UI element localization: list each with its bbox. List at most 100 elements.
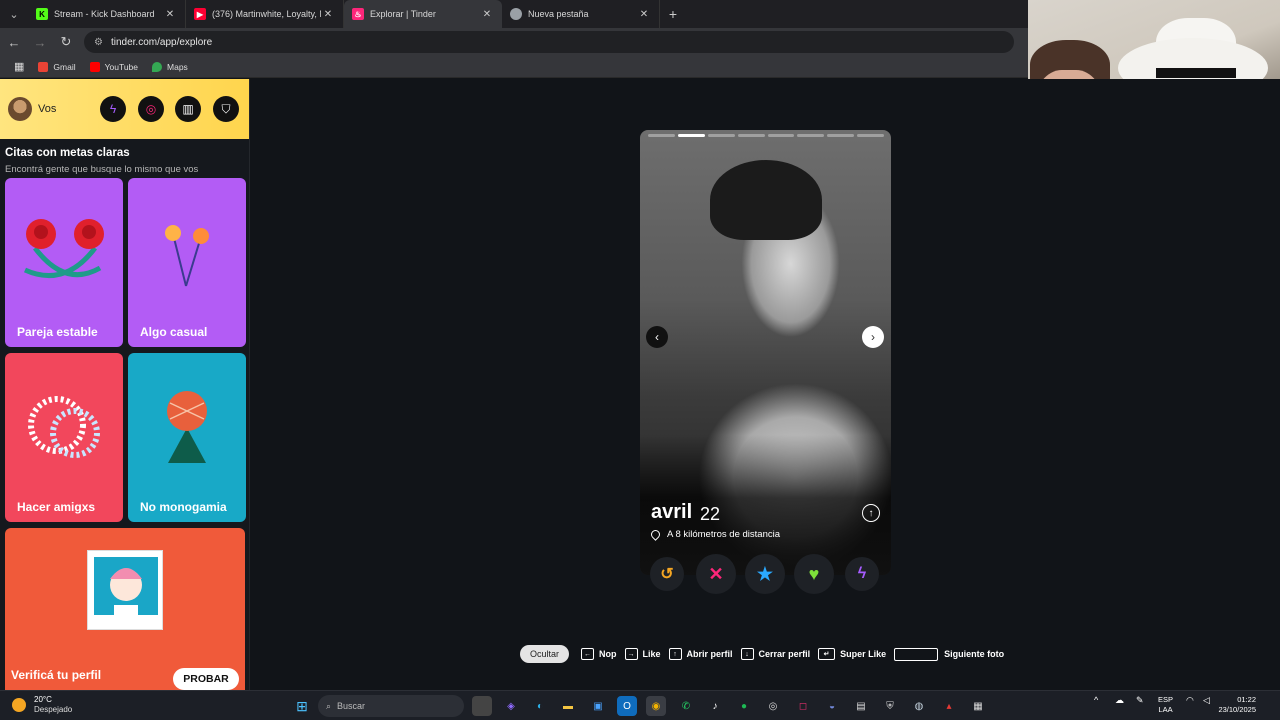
apps-grid-icon[interactable]: ▦: [14, 60, 24, 73]
tab-title: Nueva pestaña: [528, 9, 589, 19]
avatar[interactable]: [8, 97, 32, 121]
instagram-icon[interactable]: ◻: [793, 696, 813, 716]
language-code: ESP: [1158, 695, 1174, 704]
close-tab-icon[interactable]: ✕: [480, 9, 494, 20]
chrome-icon[interactable]: ◉: [646, 696, 666, 716]
search-placeholder: Buscar: [337, 701, 366, 711]
boost-button[interactable]: ϟ: [845, 557, 879, 591]
bookmark-maps[interactable]: Maps: [152, 61, 188, 72]
bracelets-icon: [28, 396, 100, 458]
tray-pen-icon[interactable]: ✎: [1136, 695, 1144, 705]
user-name[interactable]: Vos: [38, 103, 56, 115]
tab-kick[interactable]: K Stream - Kick Dashboard ✕: [28, 0, 186, 28]
photo-hair-shape: [710, 160, 822, 240]
tiktok-icon[interactable]: ♪: [705, 696, 725, 716]
taskbar-search[interactable]: ⌕ Buscar: [318, 695, 464, 717]
photo-progress-segment[interactable]: [857, 134, 884, 137]
close-tab-icon[interactable]: ✕: [321, 9, 335, 20]
photo-progress-segment[interactable]: [677, 134, 705, 137]
photo-progress-segment[interactable]: [827, 134, 855, 137]
task-view-icon[interactable]: [472, 696, 492, 716]
photo-progress-segment[interactable]: [648, 134, 675, 137]
photo-progress-segment[interactable]: [707, 134, 735, 137]
rewind-button[interactable]: ↺: [650, 557, 684, 591]
probar-button[interactable]: PROBAR: [173, 668, 239, 690]
youtube-icon: [89, 61, 100, 72]
profile-card[interactable]: ‹ › avril 22 ↑ A 8 kilómetros de distanc…: [640, 130, 891, 575]
obs-icon[interactable]: ◎: [763, 696, 783, 716]
back-icon[interactable]: ←: [2, 30, 26, 54]
up-arrow-key-icon: ↑: [668, 648, 682, 660]
windows-start-icon[interactable]: ⊞: [292, 696, 312, 716]
reload-icon[interactable]: ↻: [54, 30, 78, 54]
briefcase-icon[interactable]: ▥: [175, 96, 201, 122]
browser-toolbar: ← → ↻ ⚙ tinder.com/app/explore: [0, 28, 1028, 56]
goal-card-hacer-amigxs[interactable]: Hacer amigxs: [5, 353, 123, 522]
site-info-icon[interactable]: ⚙: [94, 37, 103, 48]
spotify-icon[interactable]: ●: [734, 696, 754, 716]
goal-card-no-monogamia[interactable]: No monogamia: [128, 353, 246, 522]
tray-overflow-icon[interactable]: ^: [1094, 695, 1098, 705]
steam-icon[interactable]: ◍: [909, 696, 929, 716]
tab-search-icon[interactable]: ⌄: [0, 0, 28, 28]
hint-super-like: ↵ Super Like: [818, 648, 886, 660]
bookmarks-bar: ▦ Gmail YouTube Maps: [0, 56, 1028, 78]
goal-card-pareja-estable[interactable]: Pareja estable: [5, 178, 123, 347]
tab-tinder[interactable]: ♨ Explorar | Tinder ✕: [344, 0, 502, 28]
app-icon[interactable]: ▤: [851, 696, 871, 716]
photo-progress-segment[interactable]: [797, 134, 825, 137]
shield-icon[interactable]: ⛉: [213, 96, 239, 122]
face-icon: [110, 568, 142, 615]
boost-icon[interactable]: ϟ: [100, 96, 126, 122]
next-photo-icon[interactable]: ›: [862, 326, 884, 348]
copilot-icon[interactable]: ◈: [501, 696, 521, 716]
address-bar[interactable]: ⚙ tinder.com/app/explore: [84, 31, 1014, 53]
tray-app-icon[interactable]: ☁: [1115, 695, 1124, 705]
nope-button[interactable]: ✕: [696, 554, 736, 594]
search-icon: ⌕: [326, 700, 332, 711]
wifi-icon[interactable]: ◠: [1186, 695, 1194, 705]
app-icon[interactable]: ⛨: [880, 696, 900, 716]
weather-widget[interactable]: 20°C Despejado: [12, 695, 72, 715]
verify-label: Verificá tu perfil: [11, 668, 102, 682]
previous-photo-icon[interactable]: ‹: [646, 326, 668, 348]
tab-youtube[interactable]: ▶ (376) Martinwhite, Loyalty, NE ✕: [186, 0, 344, 28]
verify-profile-card[interactable]: Verificá tu perfil PROBAR: [5, 528, 245, 690]
sidebar-title: Citas con metas claras: [5, 147, 130, 159]
chrome-icon: [510, 8, 522, 20]
whatsapp-icon[interactable]: ✆: [676, 696, 696, 716]
edge-icon[interactable]: ◐: [530, 696, 550, 716]
tinder-page: Vos ϟ ◎ ▥ ⛉ Citas con metas claras Encon…: [0, 79, 1280, 690]
close-icon: ✕: [708, 563, 724, 584]
photo-progress-segment[interactable]: [767, 134, 795, 137]
browser-tab-bar: ⌄ K Stream - Kick Dashboard ✕ ▶ (376) Ma…: [0, 0, 1028, 28]
bookmark-youtube[interactable]: YouTube: [89, 61, 138, 72]
clock-date: 23/10/2025: [1218, 705, 1256, 714]
youtube-icon: ▶: [194, 8, 206, 20]
like-button[interactable]: ♥: [794, 554, 834, 594]
explore-icon[interactable]: ◎: [138, 96, 164, 122]
taskbar-clock[interactable]: 01:22 23/10/2025: [1218, 695, 1256, 715]
outlook-icon[interactable]: O: [617, 696, 637, 716]
windows-taskbar: 20°C Despejado ⊞ ⌕ Buscar ◈ ◐ ▬ ▣ O ◉ ✆ …: [0, 690, 1280, 720]
file-explorer-icon[interactable]: ▬: [558, 696, 578, 716]
language-indicator[interactable]: ESP LAA: [1158, 695, 1173, 715]
super-like-button[interactable]: ★: [745, 554, 785, 594]
photo-progress-segment[interactable]: [737, 134, 765, 137]
bookmark-gmail[interactable]: Gmail: [38, 61, 76, 72]
app-icon[interactable]: ▦: [968, 696, 988, 716]
open-profile-icon[interactable]: ↑: [862, 504, 880, 522]
tab-new[interactable]: Nueva pestaña ✕: [502, 0, 660, 28]
discord-icon[interactable]: ◒: [822, 696, 842, 716]
forward-icon[interactable]: →: [28, 30, 52, 54]
goal-card-algo-casual[interactable]: Algo casual: [128, 178, 246, 347]
volume-icon[interactable]: ◁: [1203, 695, 1210, 705]
new-tab-icon[interactable]: +: [660, 0, 686, 28]
distance-text: A 8 kilómetros de distancia: [667, 529, 781, 540]
close-tab-icon[interactable]: ✕: [163, 9, 177, 20]
hide-hints-button[interactable]: Ocultar: [520, 645, 570, 663]
store-icon[interactable]: ▣: [588, 696, 608, 716]
tab-title: Explorar | Tinder: [370, 9, 436, 19]
app-icon[interactable]: ▴: [939, 696, 959, 716]
close-tab-icon[interactable]: ✕: [637, 9, 651, 20]
